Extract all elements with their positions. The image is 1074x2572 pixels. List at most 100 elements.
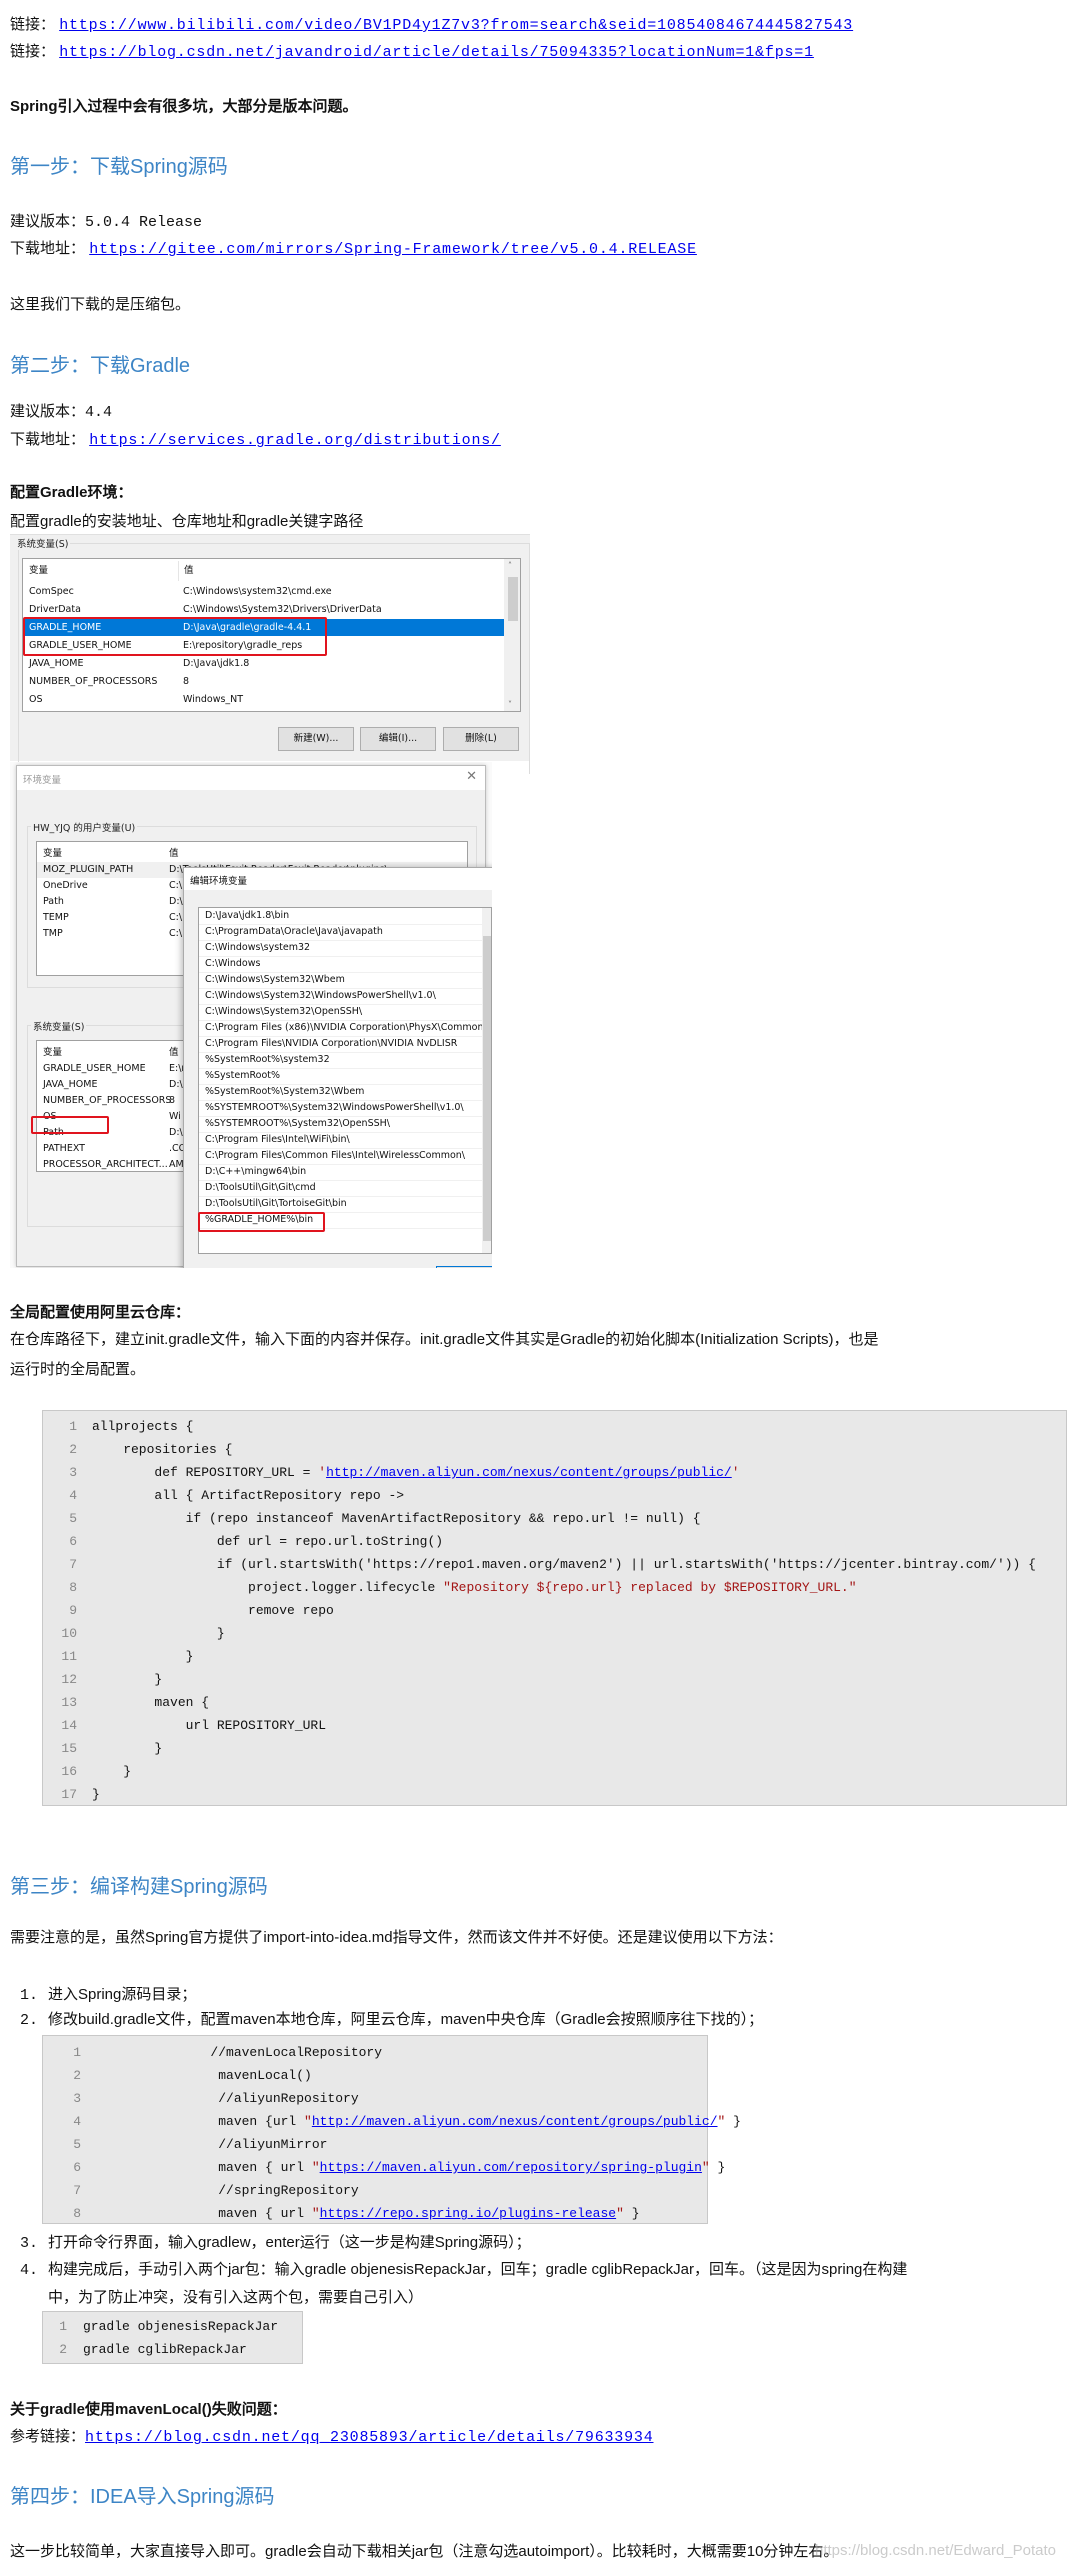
path-entry[interactable]: D:\ToolsUtil\Git\TortoiseGit\bin <box>199 1196 482 1213</box>
line-number: 2 <box>73 2068 81 2083</box>
table-row[interactable]: JAVA_HOME D:\Java\jdk1.8 <box>23 655 520 672</box>
step1-download: 下载地址： https://gitee.com/mirrors/Spring-F… <box>10 237 697 262</box>
scrollbar[interactable] <box>482 908 491 1253</box>
table-row[interactable]: NUMBER_OF_PROCESSORS 8 <box>23 673 520 690</box>
path-entry[interactable]: D:\Java\jdk1.8\bin <box>199 908 482 925</box>
table-row[interactable]: OS Windows_NT <box>23 691 520 708</box>
line-number: 3 <box>73 2091 81 2106</box>
bilibili-link[interactable]: https://www.bilibili.com/video/BV1PD4y1Z… <box>59 17 853 34</box>
code-text: //mavenLocalRepository <box>148 2041 382 2064</box>
code-text: //aliyunRepository <box>148 2087 359 2110</box>
code-url-link[interactable]: http://maven.aliyun.com/nexus/content/gr… <box>326 1465 732 1480</box>
list-item: 3. 打开命令行界面，输入gradlew，enter运行（这一步是构建Spring… <box>19 2234 531 2252</box>
code-string: " <box>311 2206 320 2221</box>
code-line: 2 mavenLocal() <box>43 2064 707 2087</box>
code-token: } <box>92 1672 163 1687</box>
line-number: 8 <box>69 1580 77 1595</box>
path-entry[interactable]: %SystemRoot% <box>199 1068 482 1085</box>
variable-value: C:\Windows\System32\Drivers\DriverData <box>183 604 382 615</box>
code-line: 7 if (url.startsWith('https://repo1.mave… <box>43 1553 1066 1576</box>
list-item: 2. 修改build.gradle文件，配置maven本地仓库，阿里云仓库，mav… <box>19 2011 764 2029</box>
code-url-link[interactable]: http://maven.aliyun.com/nexus/content/gr… <box>312 2114 718 2129</box>
close-icon[interactable]: ✕ <box>466 769 477 784</box>
path-entries-list: D:\Java\jdk1.8\bin C:\ProgramData\Oracle\… <box>198 907 492 1254</box>
path-entry[interactable]: C:\Windows\system32 <box>199 940 482 957</box>
mavenlocal-ref-link[interactable]: https://blog.csdn.net/qq_23085893/articl… <box>85 2429 653 2446</box>
code-line: 17} <box>43 1783 1066 1806</box>
step3-desc: 需要注意的是，虽然Spring官方提供了import-into-idea.md指… <box>10 1929 783 1946</box>
path-entry[interactable]: %SYSTEMROOT%\System32\OpenSSH\ <box>199 1116 482 1133</box>
scrollbar-thumb[interactable] <box>508 577 518 621</box>
step4-heading: 第四步：IDEA导入Spring源码 <box>10 2486 275 2508</box>
path-entry[interactable]: %SystemRoot%\system32 <box>199 1052 482 1069</box>
path-entry[interactable]: C:\Windows\System32\WindowsPowerShell\v1… <box>199 988 482 1005</box>
path-entry-text: C:\Windows\System32\WindowsPowerShell\v1… <box>205 990 436 1001</box>
code-text: } <box>92 1737 162 1760</box>
ok-button[interactable]: 确定 <box>436 1266 492 1268</box>
path-entry[interactable]: D:\ToolsUtil\Git\Git\cmd <box>199 1180 482 1197</box>
path-entry[interactable]: C:\ProgramData\Oracle\Java\javapath <box>199 924 482 941</box>
environment-variables-screenshot: 环境变量 ✕ HW_YJQ 的用户变量(U) 变量 值 MOZ_PLUGIN_P… <box>10 762 492 1268</box>
delete-button[interactable]: 删除(L) <box>443 727 519 751</box>
spring-download-link[interactable]: https://gitee.com/mirrors/Spring-Framewo… <box>89 241 697 258</box>
code-url-link[interactable]: https://repo.spring.io/plugins-release <box>320 2206 616 2221</box>
code-line: 12 } <box>43 1668 1066 1691</box>
path-entry[interactable]: %SystemRoot%\System32\Wbem <box>199 1084 482 1101</box>
global-config-desc-2: 运行时的全局配置。 <box>10 1361 146 1378</box>
table-row[interactable]: ComSpec C:\Windows\system32\cmd.exe <box>23 583 520 600</box>
path-entry[interactable]: C:\Windows\System32\OpenSSH\ <box>199 1004 482 1021</box>
path-entry[interactable]: D:\C++\mingw64\bin <box>199 1164 482 1181</box>
code-line: 2 gradle cglibRepackJar <box>43 2338 302 2361</box>
line-number: 2 <box>59 2342 67 2357</box>
path-entry[interactable]: C:\Program Files\Intel\WiFi\bin\ <box>199 1132 482 1149</box>
gradle-config-desc: 配置gradle的安装地址、仓库地址和gradle关键字路径 <box>10 513 364 530</box>
code-string: ' <box>318 1465 327 1480</box>
chevron-down-icon[interactable]: ˅ <box>508 700 512 709</box>
edit-button[interactable]: 编辑(I)... <box>360 727 436 751</box>
mavenlocal-heading: 关于gradle使用mavenLocal()失败问题： <box>10 2401 287 2418</box>
variable-value: C:\ <box>169 912 183 923</box>
code-token: } <box>92 1626 225 1641</box>
code-token: } <box>92 1787 100 1802</box>
path-entry-text: D:\Java\jdk1.8\bin <box>205 910 290 921</box>
code-text: maven {url "http://maven.aliyun.com/nexu… <box>148 2110 741 2133</box>
code-line: 8 maven { url "https://repo.spring.io/pl… <box>43 2202 707 2225</box>
system-group-label: 系统变量(S) <box>31 1019 87 1033</box>
list-item-continued: 中，为了防止冲突，没有引入这两个包，需要自己引入） <box>48 2289 424 2306</box>
chevron-up-icon[interactable]: ˄ <box>508 561 512 570</box>
code-text: maven { url "https://maven.aliyun.com/re… <box>148 2156 725 2179</box>
variable-value: C:\Windows\system32\cmd.exe <box>183 586 332 597</box>
csdn-link[interactable]: https://blog.csdn.net/javandroid/article… <box>59 44 814 61</box>
code-line: 5 if (repo instanceof MavenArtifactRepos… <box>43 1507 1066 1530</box>
line-number: 6 <box>73 2160 81 2175</box>
variable-name: JAVA_HOME <box>43 1079 98 1090</box>
line-number: 11 <box>61 1649 77 1664</box>
new-button[interactable]: 新建(W)... <box>278 727 354 751</box>
code-text: } <box>92 1622 225 1645</box>
intro-text: Spring引入过程中会有很多坑，大部分是版本问题。 <box>10 98 358 115</box>
table-row[interactable]: DriverData C:\Windows\System32\Drivers\Dr… <box>23 601 520 618</box>
scrollbar[interactable]: ˄ ˅ <box>504 559 520 711</box>
line-number: 7 <box>69 1557 77 1572</box>
path-entry-text: %SystemRoot%\System32\Wbem <box>205 1086 365 1097</box>
version-value: 5.0.4 Release <box>85 214 203 231</box>
path-entry[interactable]: C:\Windows <box>199 956 482 973</box>
gradle-download-link[interactable]: https://services.gradle.org/distribution… <box>89 432 501 449</box>
code-line: 3 //aliyunRepository <box>43 2087 707 2110</box>
link-label: 链接： <box>10 16 56 33</box>
code-url-link[interactable]: https://maven.aliyun.com/repository/spri… <box>320 2160 702 2175</box>
variable-value: D:\ <box>169 1079 183 1090</box>
path-entry[interactable]: C:\Windows\System32\Wbem <box>199 972 482 989</box>
path-entry[interactable]: C:\Program Files\NVIDIA Corporation\NVID… <box>199 1036 482 1053</box>
variable-value: Windows_NT <box>183 694 244 705</box>
path-entry[interactable]: %SYSTEMROOT%\System32\WindowsPowerShell\… <box>199 1100 482 1117</box>
code-token: if (url.startsWith('https://repo1.maven.… <box>92 1557 1036 1572</box>
code-line: 1 allprojects { <box>43 1415 1066 1438</box>
variable-name: Path <box>43 896 64 907</box>
path-entry[interactable]: C:\Program Files (x86)\NVIDIA Corporatio… <box>199 1020 484 1037</box>
scrollbar-thumb[interactable] <box>483 936 491 1241</box>
path-entry[interactable]: C:\Program Files\Common Files\Intel\Wire… <box>199 1148 482 1165</box>
code-token: //aliyunRepository <box>148 2091 359 2106</box>
code-line: 3 def REPOSITORY_URL = 'http://maven.ali… <box>43 1461 1066 1484</box>
global-config-desc-1: 在仓库路径下，建立init.gradle文件，输入下面的内容并保存。init.g… <box>10 1331 879 1348</box>
